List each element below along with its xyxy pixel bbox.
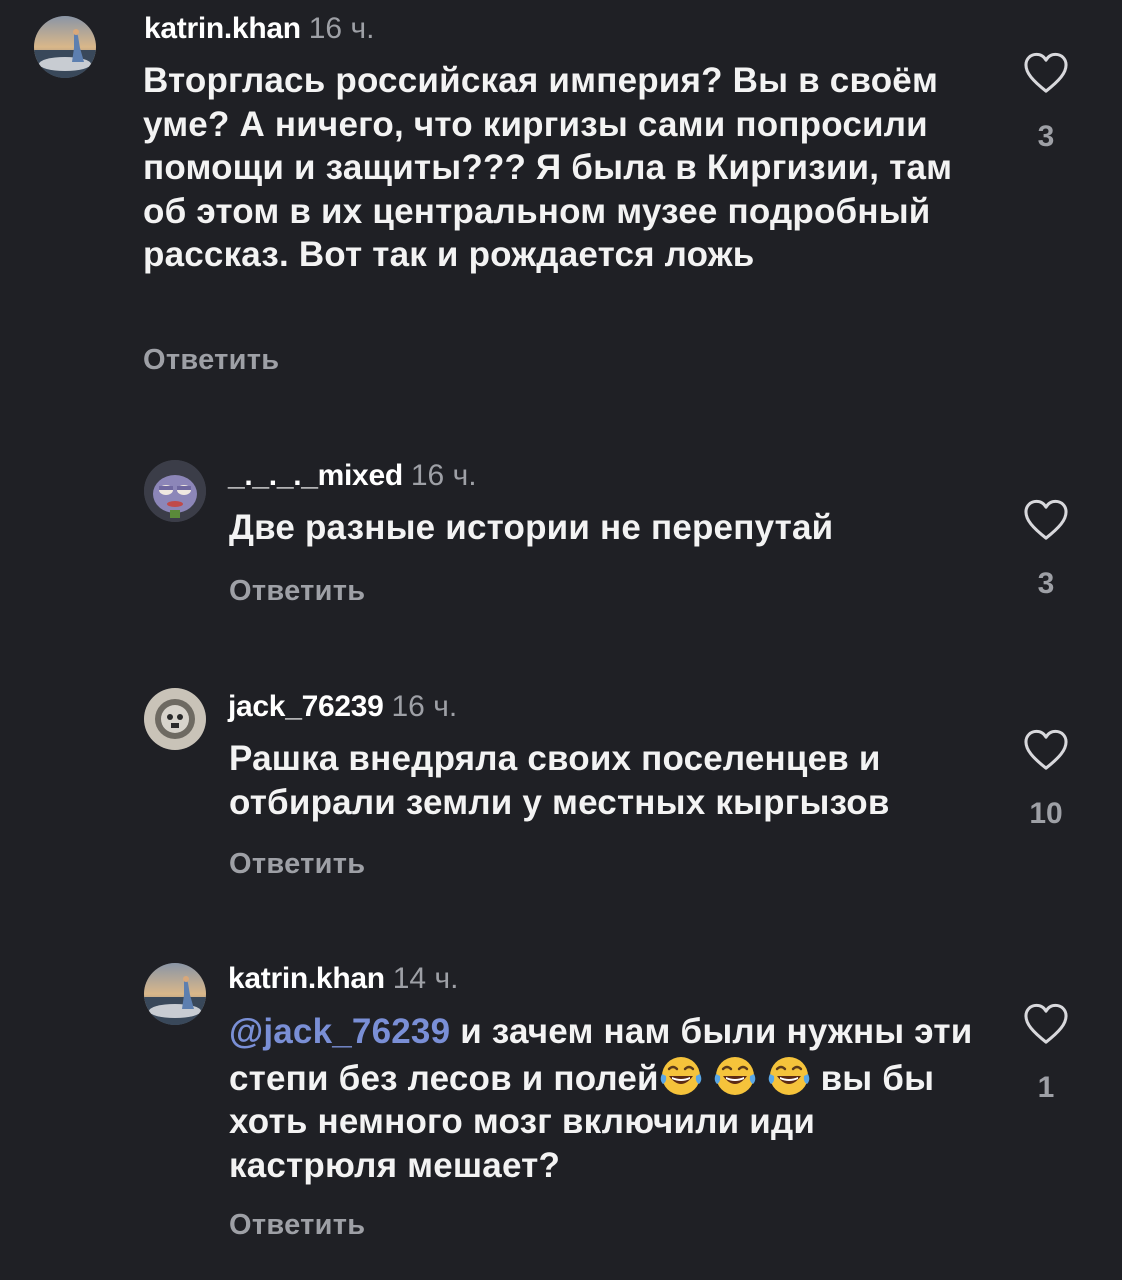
avatar[interactable] — [144, 460, 206, 522]
avatar[interactable] — [144, 963, 206, 1025]
timestamp: 16 ч. — [391, 690, 458, 723]
timestamp: 16 ч. — [308, 12, 375, 45]
reply-button[interactable]: Ответить — [229, 574, 365, 608]
comment-text: Две разные истории не перепутай — [229, 508, 834, 547]
like-count: 1 — [1037, 1071, 1055, 1104]
avatar[interactable] — [34, 16, 96, 78]
comment-meta: _._._._mixed 16 ч. — [228, 459, 477, 493]
like-group: 10 — [1018, 729, 1074, 831]
comment-meta: jack_76239 16 ч. — [228, 690, 457, 724]
username[interactable]: katrin.khan — [144, 12, 301, 45]
username[interactable]: katrin.khan — [228, 962, 385, 995]
like-count: 3 — [1037, 567, 1055, 600]
like-group: 3 — [1018, 52, 1074, 154]
comment-meta: katrin.khan 14 ч. — [228, 962, 458, 996]
heart-icon[interactable] — [1023, 499, 1069, 541]
laughing-emoji-icon — [767, 1054, 811, 1098]
timestamp: 16 ч. — [410, 459, 477, 492]
comment-text: Рашка внедряла своих поселенцев и отбира… — [229, 739, 890, 822]
comment-text: Вторглась российская империя? Вы в своём… — [143, 61, 953, 274]
comment-text: @jack_76239 и зачем нам были нужны эти с… — [229, 1010, 989, 1187]
like-count: 3 — [1037, 120, 1055, 153]
reply-button[interactable]: Ответить — [143, 343, 279, 377]
reply-button[interactable]: Ответить — [229, 1208, 365, 1242]
laughing-emoji-icon — [659, 1054, 703, 1098]
username[interactable]: _._._._mixed — [228, 459, 403, 492]
comment-meta: katrin.khan 16 ч. — [144, 12, 374, 46]
like-group: 1 — [1018, 1003, 1074, 1105]
reply-button[interactable]: Ответить — [229, 847, 365, 881]
heart-icon[interactable] — [1023, 1003, 1069, 1045]
laughing-emoji-icon — [713, 1054, 757, 1098]
user-mention[interactable]: @jack_76239 — [229, 1012, 450, 1051]
like-group: 3 — [1018, 499, 1074, 601]
timestamp: 14 ч. — [392, 962, 459, 995]
avatar[interactable] — [144, 688, 206, 750]
heart-icon[interactable] — [1023, 52, 1069, 94]
username[interactable]: jack_76239 — [228, 690, 384, 723]
like-count: 10 — [1029, 797, 1063, 830]
heart-icon[interactable] — [1023, 729, 1069, 771]
